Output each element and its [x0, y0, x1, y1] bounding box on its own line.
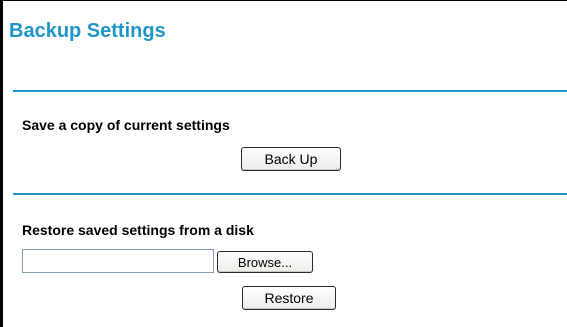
section-divider-restore: [13, 193, 567, 195]
restore-file-path-input[interactable]: [22, 249, 214, 273]
frame-left-border: [0, 0, 3, 327]
browse-button[interactable]: Browse...: [217, 251, 313, 273]
restore-section-heading: Restore saved settings from a disk: [22, 222, 254, 238]
restore-button[interactable]: Restore: [242, 286, 336, 310]
backup-section-heading: Save a copy of current settings: [22, 117, 230, 133]
section-divider-backup: [13, 90, 567, 92]
frame-top-border: [0, 0, 567, 1]
page-title: Backup Settings: [9, 20, 166, 42]
back-up-button[interactable]: Back Up: [241, 147, 341, 171]
